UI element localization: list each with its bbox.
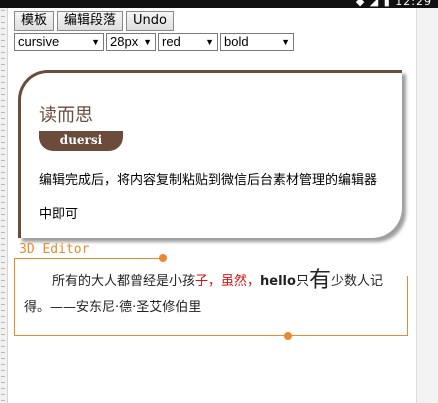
frame-left-line bbox=[14, 258, 15, 336]
quote-frame[interactable]: 所有的大人都曾经是小孩子，虽然，hello只有少数人记得。——安东尼·德·圣艾修… bbox=[14, 254, 408, 340]
color-select[interactable]: red ▼ bbox=[158, 33, 218, 51]
right-gutter bbox=[416, 8, 438, 403]
template-button[interactable]: 模板 bbox=[14, 11, 55, 31]
frame-bottom-line bbox=[14, 335, 290, 336]
card-body: 编辑完成后，将内容复制粘贴到微信后台素材管理的编辑器中即可 bbox=[39, 173, 378, 222]
frame-right-line bbox=[407, 276, 408, 336]
quote-part-2: 只 bbox=[295, 274, 309, 289]
weight-value: bold bbox=[224, 34, 249, 49]
chevron-down-icon: ▼ bbox=[205, 37, 214, 47]
chevron-down-icon: ▼ bbox=[143, 37, 152, 47]
quote-part-1: 所有的大人都曾经是小孩 bbox=[52, 274, 196, 289]
section-label: 3D Editor bbox=[19, 242, 90, 257]
clock: 12:29 bbox=[395, 0, 432, 8]
font-size-select[interactable]: 28px ▼ bbox=[106, 33, 156, 51]
frame-dot-top bbox=[159, 254, 167, 262]
toolbar: 模板 编辑段落 Undo bbox=[14, 11, 174, 31]
font-size-value: 28px bbox=[110, 34, 139, 49]
quote-text: 所有的大人都曾经是小孩子，虽然，hello只有少数人记得。——安东尼·德·圣艾修… bbox=[24, 268, 400, 321]
weight-select[interactable]: bold ▼ bbox=[220, 33, 294, 51]
font-family-select[interactable]: cursive ▼ bbox=[14, 33, 104, 51]
font-family-value: cursive bbox=[18, 34, 60, 49]
edit-paragraph-button[interactable]: 编辑段落 bbox=[57, 11, 124, 31]
quote-bold: hello bbox=[260, 274, 296, 289]
status-icons: ◆ ◢ ▮ 12:29 bbox=[356, 0, 432, 8]
undo-button[interactable]: Undo bbox=[126, 11, 174, 31]
status-bar: ◆ ◢ ▮ 12:29 bbox=[0, 0, 438, 8]
frame-bottom-line-right bbox=[290, 335, 408, 336]
quote-big: 有 bbox=[308, 268, 331, 293]
card-tag: duersi bbox=[39, 131, 123, 151]
frame-dot-bottom bbox=[284, 332, 292, 340]
chevron-down-icon: ▼ bbox=[281, 37, 290, 47]
article-card[interactable]: 读而思 duersi 编辑完成后，将内容复制粘贴到微信后台素材管理的编辑器中即可 bbox=[18, 70, 402, 238]
style-controls: cursive ▼ 28px ▼ red ▼ bold ▼ bbox=[14, 33, 294, 51]
chevron-down-icon: ▼ bbox=[91, 37, 100, 47]
frame-top-line bbox=[14, 258, 167, 259]
quote-red: 子，虽然， bbox=[195, 274, 261, 289]
card-title: 读而思 bbox=[39, 105, 93, 126]
left-gutter bbox=[0, 8, 8, 403]
color-value: red bbox=[162, 34, 181, 49]
